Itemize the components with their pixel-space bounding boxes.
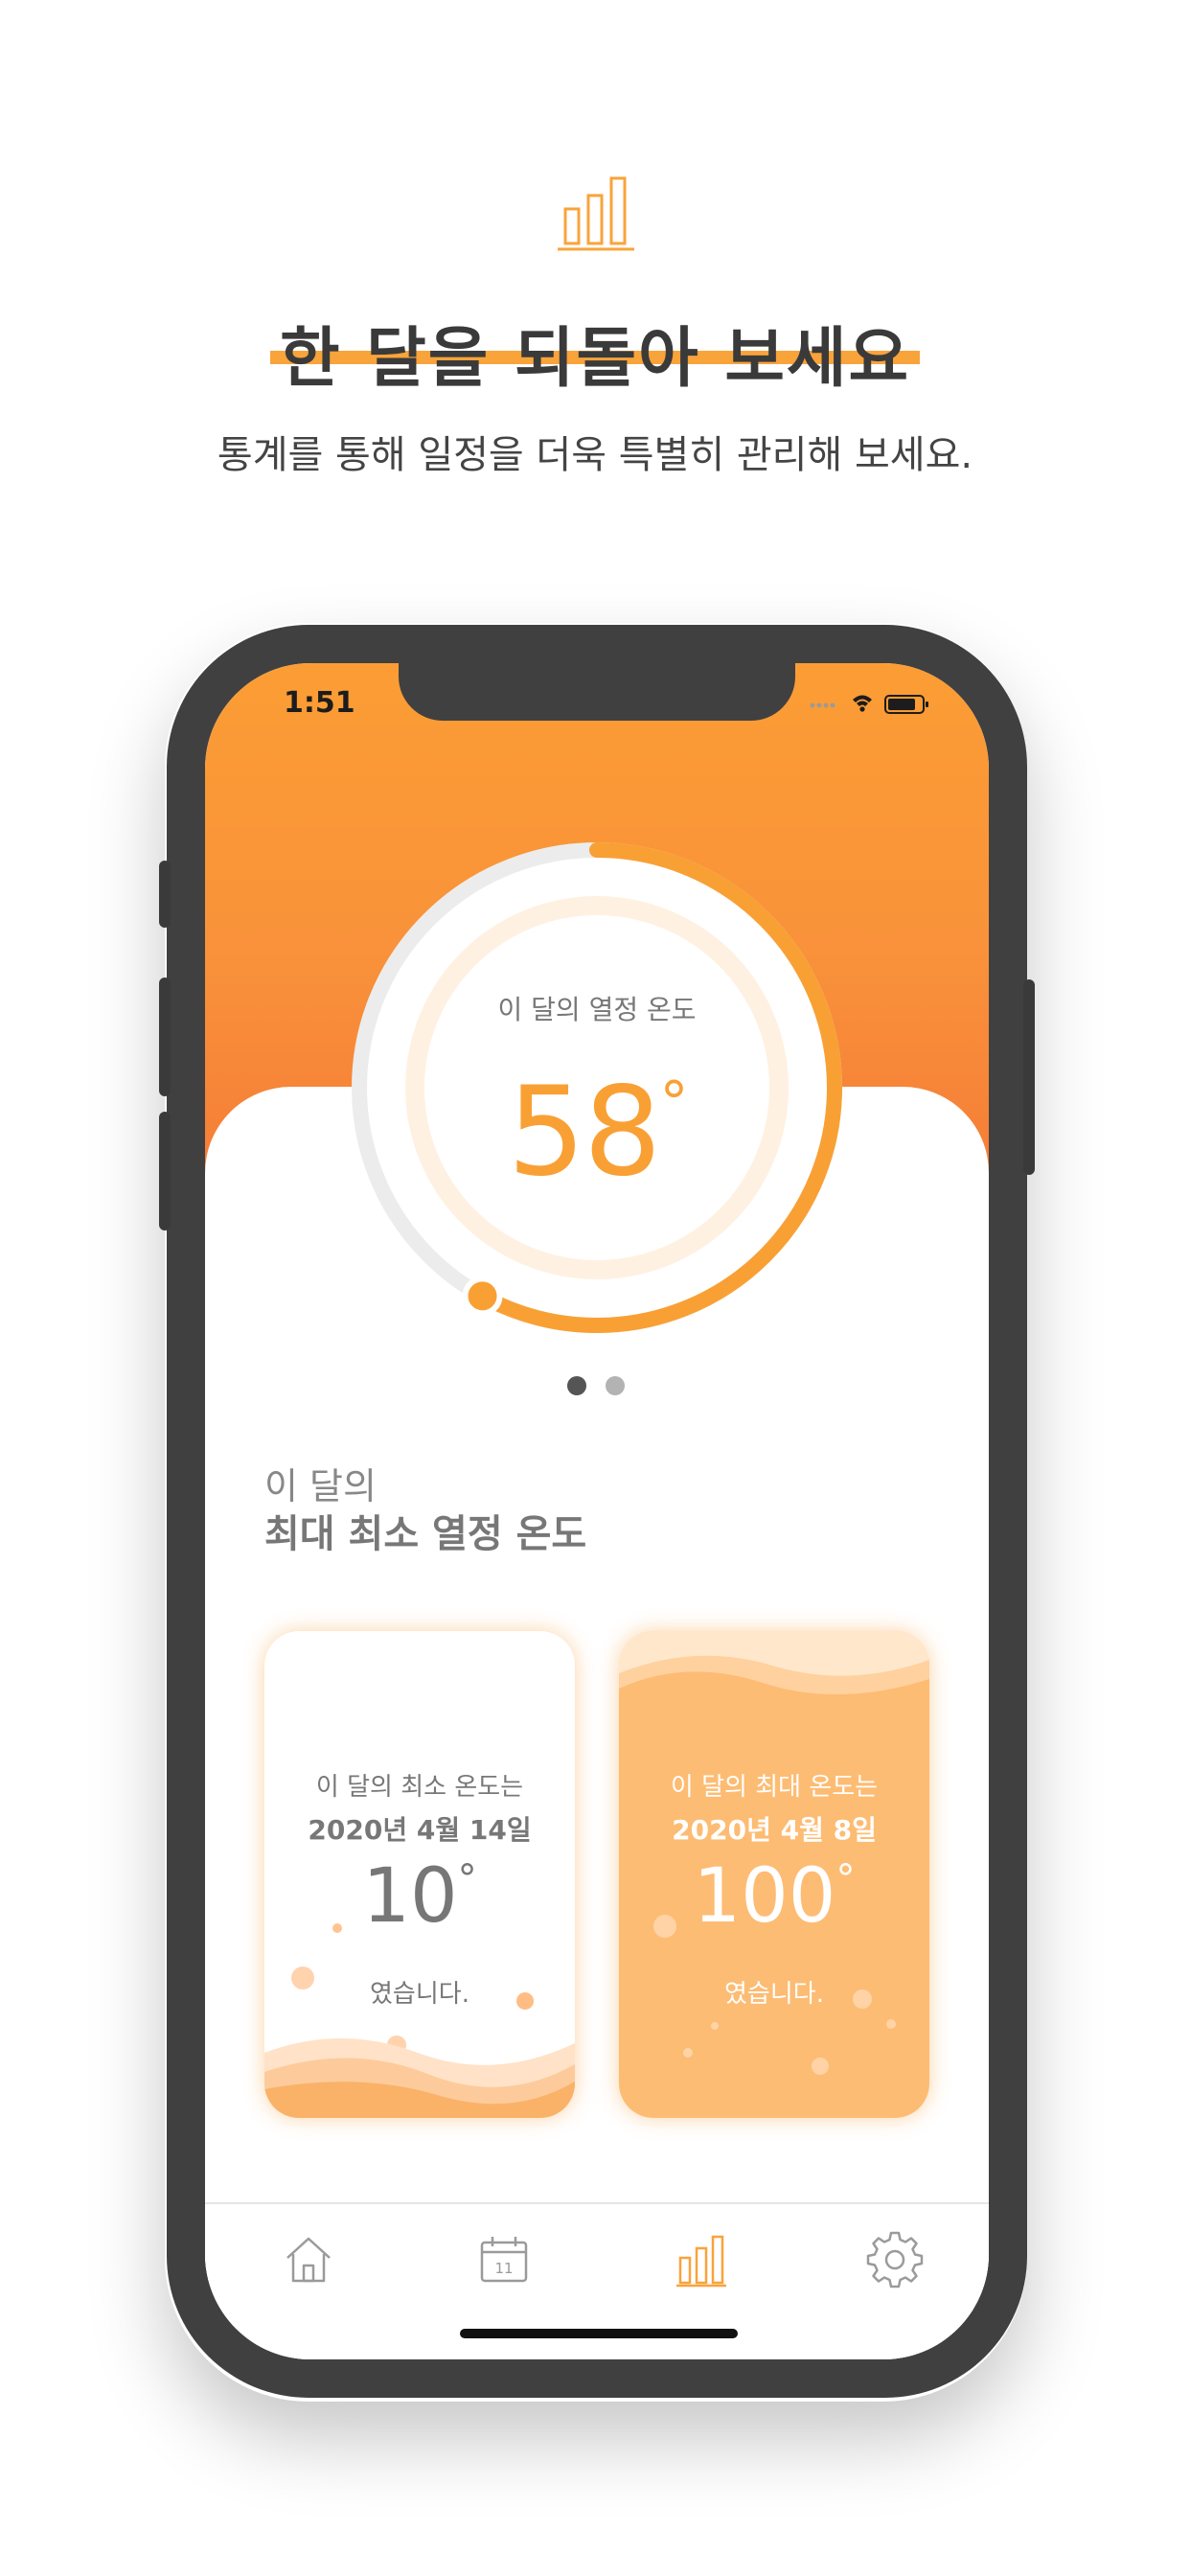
- gauge-degree: °: [659, 1070, 688, 1138]
- home-indicator[interactable]: [460, 2329, 738, 2338]
- battery-icon: [884, 695, 928, 714]
- volume-up-button: [159, 978, 171, 1096]
- page-dot-2[interactable]: [606, 1376, 625, 1395]
- calendar-tab[interactable]: 11: [475, 2231, 533, 2288]
- home-icon[interactable]: [280, 2231, 337, 2288]
- gauge-number: 58: [507, 1061, 662, 1204]
- calendar-icon: 11: [480, 2237, 528, 2283]
- min-temp-suffix: 였습니다.: [370, 1980, 469, 2009]
- page-indicator[interactable]: [567, 1376, 634, 1397]
- gauge-label: 이 달의 열정 온도: [497, 994, 697, 1025]
- max-temp-value: 100°: [619, 1853, 929, 1940]
- page-title: 한 달을 되돌아 보세요: [0, 305, 1190, 400]
- volume-down-button: [159, 1112, 171, 1230]
- min-temp-value: 10°: [264, 1853, 575, 1940]
- section-label: 이 달의: [264, 1465, 377, 1507]
- min-temp-date: 2020년 4월 14일: [308, 1814, 532, 1846]
- bar-chart-icon[interactable]: [673, 2231, 730, 2288]
- min-temp-card[interactable]: 이 달의 최소 온도는 2020년 4월 14일 10° 였습니다.: [264, 1631, 575, 2118]
- notch: [399, 663, 795, 721]
- status-icons: [810, 695, 928, 714]
- power-button: [1023, 979, 1035, 1175]
- signal-icon: [810, 702, 835, 708]
- bar-chart-icon: [558, 176, 634, 251]
- min-temp-degree: °: [457, 1857, 477, 1901]
- max-temp-suffix: 였습니다.: [724, 1980, 824, 2009]
- wifi-icon: [853, 695, 872, 712]
- max-temp-card[interactable]: 이 달의 최대 온도는 2020년 4월 8일 100° 였습니다.: [619, 1631, 929, 2118]
- max-temp-degree: °: [835, 1857, 856, 1901]
- mute-switch: [159, 861, 171, 928]
- page-dot-1[interactable]: [567, 1376, 586, 1395]
- min-temp-caption: 이 달의 최소 온도는: [315, 1773, 524, 1802]
- max-temp-date: 2020년 4월 8일: [672, 1814, 877, 1846]
- phone-screen: 1:51 이 달의 열정 온도 58° 이 달의 최대 최소 열정 온도 이 달…: [205, 663, 989, 2359]
- status-time: 1:51: [284, 686, 355, 720]
- max-temp-number: 100: [693, 1853, 836, 1940]
- gauge-value: 58°: [205, 1061, 989, 1204]
- section-title: 최대 최소 열정 온도: [264, 1512, 587, 1556]
- min-temp-number: 10: [362, 1853, 458, 1940]
- gauge-knob: [462, 1276, 503, 1317]
- gear-icon[interactable]: [866, 2231, 924, 2288]
- page-title-text: 한 달을 되돌아 보세요: [279, 321, 911, 397]
- calendar-day-label: 11: [494, 2260, 513, 2277]
- max-temp-caption: 이 달의 최대 온도는: [670, 1773, 879, 1802]
- page-subtitle: 통계를 통해 일정을 더욱 특별히 관리해 보세요.: [217, 433, 973, 477]
